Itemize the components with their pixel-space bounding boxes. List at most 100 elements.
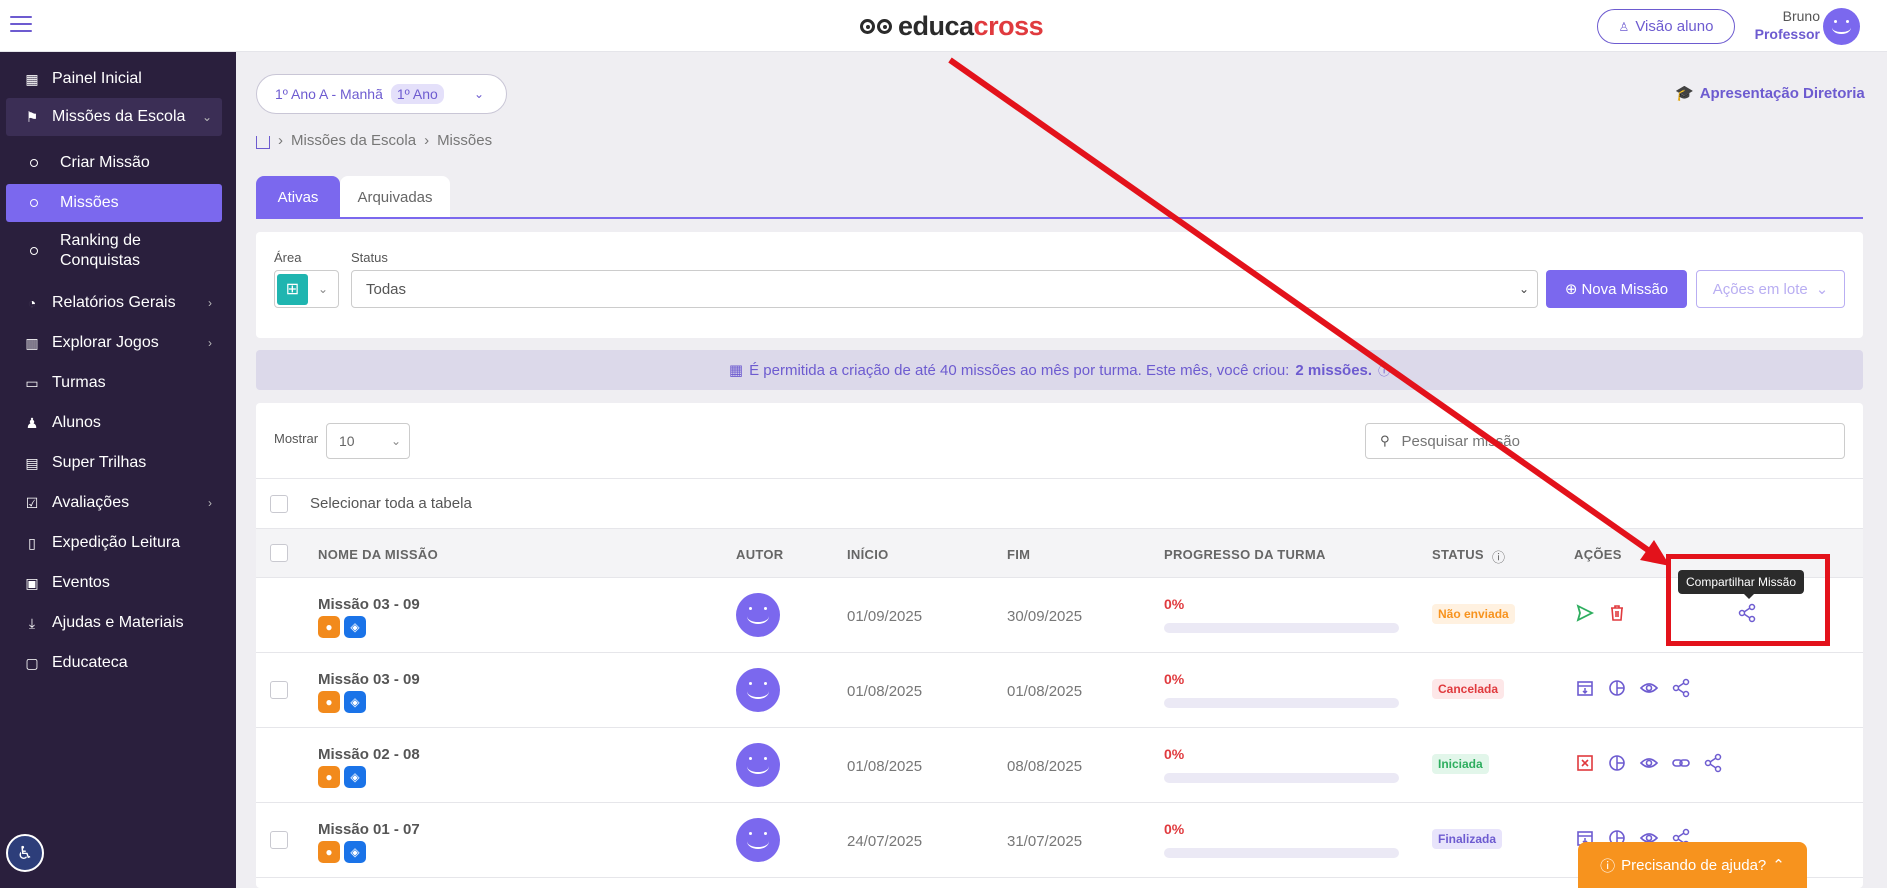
educacross-logo[interactable]: educacross (860, 10, 1044, 42)
user-avatar[interactable] (1823, 8, 1860, 45)
mission-end: 31/07/2025 (1007, 833, 1083, 850)
header-status[interactable]: STATUS (1432, 547, 1484, 562)
header-checkbox[interactable] (270, 544, 288, 562)
page-size-value: 10 (339, 433, 355, 449)
sidebar-item-ajudas-materiais[interactable]: ⤓ Ajudas e Materiais (6, 604, 222, 642)
plus-circle-icon: ⊕ (1564, 281, 1578, 298)
circle-icon (30, 247, 38, 255)
sidebar-item-ranking[interactable]: Ranking de Conquistas (6, 228, 222, 274)
sidebar-item-turmas[interactable]: ▭ Turmas (6, 364, 222, 402)
student-badge-icon: ● (318, 691, 340, 713)
checklist-icon: ☑ (25, 494, 39, 511)
cancel-x-icon[interactable] (1574, 752, 1596, 774)
sidebar-item-explorar-jogos[interactable]: ▥ Explorar Jogos › (6, 324, 222, 362)
search-input[interactable] (1401, 432, 1802, 450)
sidebar-item-eventos[interactable]: ▣ Eventos (6, 564, 222, 602)
select-all-label: Selecionar toda a tabela (310, 495, 472, 512)
circle-icon (30, 199, 38, 207)
progress-bar (1164, 848, 1399, 858)
user-name: Bruno (1782, 8, 1820, 24)
circle-icon (30, 159, 38, 167)
class-selector[interactable]: 1º Ano A - Manhã 1º Ano ⌄ (256, 74, 507, 114)
sidebar-item-avaliacoes[interactable]: ☑ Avaliações › (6, 484, 222, 522)
sidebar-item-label: Avaliações (52, 494, 130, 511)
home-icon[interactable] (256, 136, 270, 149)
apresentacao-label: Apresentação Diretoria (1699, 84, 1865, 102)
sidebar-item-super-trilhas[interactable]: ▤ Super Trilhas (6, 444, 222, 482)
help-button[interactable]: ⓘ Precisando de ajuda? ⌃ (1578, 842, 1807, 888)
row-checkbox[interactable] (270, 831, 288, 849)
row-checkbox[interactable] (270, 681, 288, 699)
mission-name: Missão 03 - 09 (318, 671, 420, 688)
sidebar-item-expedicao-leitura[interactable]: ▯ Expedição Leitura (6, 524, 222, 562)
sidebar-item-alunos[interactable]: ♟ Alunos (6, 404, 222, 442)
visao-aluno-button[interactable]: ♙ Visão aluno (1597, 9, 1735, 44)
acoes-em-lote-button[interactable]: Ações em lote ⌄ (1696, 270, 1845, 308)
pie-chart-icon[interactable] (1606, 677, 1628, 699)
apresentacao-diretoria-link[interactable]: 🎓 Apresentação Diretoria (1675, 84, 1865, 103)
sidebar-item-relatorios-gerais[interactable]: ◔ Relatórios Gerais › (6, 284, 222, 322)
page-size-select[interactable]: 10 ⌄ (326, 423, 410, 459)
area-label: Área (274, 250, 302, 265)
info-circle-icon[interactable]: ⓘ (1492, 547, 1505, 566)
archive-icon[interactable] (1574, 677, 1596, 699)
sidebar-item-criar-missao[interactable]: Criar Missão (6, 144, 222, 182)
tab-arquivadas[interactable]: Arquivadas (340, 176, 450, 218)
breadcrumb-separator: › (278, 132, 283, 149)
logo-owl-icon (860, 18, 892, 34)
student-badge-icon: ● (318, 841, 340, 863)
header-progresso[interactable]: PROGRESSO DA TURMA (1164, 547, 1326, 562)
chart-icon: ◔ (27, 295, 37, 311)
users-icon: ♟ (25, 414, 39, 431)
sidebar-item-painel-inicial[interactable]: ▦ Painel Inicial (6, 60, 222, 98)
pie-chart-icon[interactable] (1606, 752, 1628, 774)
status-badge: Finalizada (1432, 829, 1503, 849)
link-icon[interactable] (1670, 752, 1692, 774)
mission-end: 01/08/2025 (1007, 683, 1083, 700)
breadcrumb-missoes-da-escola[interactable]: Missões da Escola (291, 132, 416, 149)
question-circle-icon: ⓘ (1600, 857, 1616, 875)
status-label: Status (351, 250, 388, 265)
help-label: Precisando de ajuda? (1621, 856, 1767, 874)
mission-name: Missão 03 - 09 (318, 596, 420, 613)
hamburger-menu-icon[interactable] (10, 16, 32, 34)
header-fim[interactable]: FIM (1007, 547, 1030, 562)
sidebar-item-missoes[interactable]: Missões (6, 184, 222, 222)
area-select[interactable]: ⊞ ⌄ (274, 270, 339, 308)
sidebar-item-label: Super Trilhas (52, 454, 147, 471)
nova-missao-button[interactable]: ⊕ Nova Missão (1546, 270, 1687, 308)
trash-icon[interactable] (1606, 602, 1628, 624)
share-icon[interactable] (1670, 677, 1692, 699)
eye-icon[interactable] (1638, 752, 1660, 774)
sidebar-item-label: Ajudas e Materiais (52, 614, 184, 631)
annotation-highlight-box (1666, 554, 1830, 646)
chevron-down-icon: ⌄ (318, 282, 329, 296)
class-year-pill: 1º Ano (390, 84, 444, 104)
briefcase-icon: ▭ (25, 374, 39, 391)
search-box: ⚲ (1365, 423, 1845, 459)
info-circle-icon[interactable]: ⓘ (1378, 362, 1390, 379)
grid-icon: ▦ (25, 70, 39, 87)
header-autor[interactable]: AUTOR (736, 547, 783, 562)
status-select[interactable]: Todas ⌄ (351, 270, 1538, 308)
book-map-icon: ▤ (25, 454, 39, 471)
mission-end: 30/09/2025 (1007, 608, 1083, 625)
missions-table-card: Mostrar 10 ⌄ ⚲ Selecionar toda a tabela … (256, 403, 1863, 888)
student-icon: ♙ (1618, 19, 1630, 34)
header-nome[interactable]: NOME DA MISSÃO (318, 547, 438, 562)
share-icon[interactable] (1702, 752, 1724, 774)
chevron-right-icon: › (208, 336, 212, 350)
sidebar-item-educateca[interactable]: ▢ Educateca (6, 644, 222, 682)
book-icon: ▯ (28, 534, 36, 551)
accessibility-icon[interactable]: ♿ (6, 834, 44, 872)
sidebar-item-label: Missões (60, 194, 119, 211)
tab-ativas[interactable]: Ativas (256, 176, 340, 218)
select-all-checkbox[interactable] (270, 494, 288, 513)
sidebar-item-missoes-da-escola[interactable]: ⚑ Missões da Escola ⌄ (6, 98, 222, 136)
header-inicio[interactable]: INÍCIO (847, 547, 889, 562)
eye-icon[interactable] (1638, 677, 1660, 699)
send-icon[interactable] (1574, 602, 1596, 624)
logo-text-educa: educa (898, 10, 974, 41)
table-row: Missão 03 - 09 ● ◈ 01/08/2025 01/08/2025 … (256, 653, 1863, 728)
header-acoes: AÇÕES (1574, 547, 1622, 562)
